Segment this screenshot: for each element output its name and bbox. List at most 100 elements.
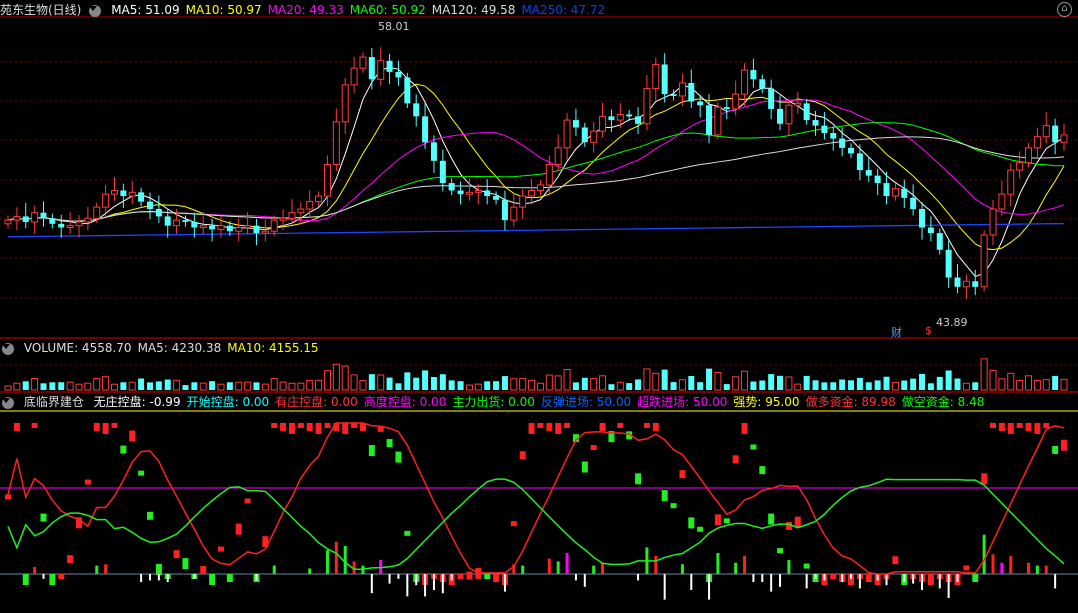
- candle-body: [697, 101, 704, 106]
- volume-bar: [13, 382, 21, 391]
- candle-body: [883, 183, 890, 197]
- indicator-block: [22, 574, 29, 585]
- volume-bar: [306, 379, 314, 391]
- candle-body: [750, 70, 757, 80]
- volume-bar: [723, 384, 730, 390]
- candle-body: [830, 133, 837, 139]
- volume-bar: [1052, 375, 1059, 390]
- ma-indicator-3: MA60: 50.92: [349, 3, 426, 17]
- indicator-block: [129, 430, 136, 442]
- candle-body: [386, 60, 393, 72]
- volume-bar: [1042, 379, 1050, 391]
- indicator-block: [803, 563, 810, 569]
- candle-body: [856, 153, 863, 171]
- indicator-lines: [7, 422, 1065, 575]
- candle-body: [448, 183, 455, 191]
- indicator-block: [404, 530, 411, 536]
- volume-bar: [635, 379, 642, 390]
- candle-body: [927, 227, 934, 234]
- volume-bar: [891, 381, 899, 391]
- candle-body: [474, 189, 482, 193]
- volume-bar: [652, 372, 660, 391]
- candle-body: [608, 116, 615, 121]
- volume-bar: [590, 378, 598, 391]
- volume-bar: [22, 381, 29, 390]
- candle-body: [120, 190, 127, 197]
- candle-body: [741, 69, 749, 95]
- collapse-icon[interactable]: [89, 4, 102, 17]
- candle-body: [536, 184, 544, 191]
- volume-collapse-icon[interactable]: [2, 342, 14, 355]
- indicator-block: [1016, 422, 1023, 428]
- indicator-block: [510, 521, 517, 527]
- volume-bar: [209, 381, 216, 390]
- indicator-block: [617, 422, 624, 428]
- settings-icon[interactable]: ⌂: [1057, 2, 1072, 17]
- volume-bar: [217, 383, 225, 391]
- indicator-value-list: 无庄控盘: -0.99 开始控盘: 0.00 有庄控盘: 0.00 高度控盘: 0.0…: [94, 395, 991, 409]
- volume-bar: [235, 381, 243, 391]
- indicator-block: [67, 555, 74, 564]
- volume-bar: [883, 376, 890, 390]
- volume-bar: [493, 381, 500, 390]
- event-marker-finance[interactable]: 财: [891, 324, 902, 340]
- indicator-block: [519, 451, 526, 460]
- candle-body: [732, 93, 740, 110]
- indicator-block: [546, 422, 553, 431]
- candle-body: [332, 121, 340, 166]
- volume-indicator-0: VOLUME: 4558.70: [23, 341, 132, 355]
- volume-bar: [422, 370, 429, 390]
- indicator-bars: [5, 422, 1067, 600]
- volume-bar: [146, 382, 153, 390]
- candle-body: [528, 189, 536, 197]
- indicator-value-2: 有庄控盘: 0.00: [275, 395, 358, 409]
- event-marker-dividend[interactable]: $: [925, 324, 932, 337]
- stock-chart[interactable]: [0, 0, 1078, 613]
- indicator-block: [271, 422, 278, 428]
- volume-bar: [93, 378, 101, 391]
- volume-bar: [288, 382, 296, 391]
- indicator-block: [581, 461, 588, 473]
- volume-bar: [812, 380, 819, 390]
- volume-bar: [4, 385, 12, 391]
- indicator-block: [1052, 445, 1059, 454]
- volume-bar: [368, 374, 375, 390]
- candle-body: [1060, 134, 1068, 143]
- candle-body: [626, 114, 633, 117]
- volume-bar: [182, 385, 189, 390]
- volume-bar: [830, 382, 837, 390]
- candle-body: [501, 199, 508, 221]
- indicator-block: [537, 422, 544, 428]
- candle-body: [599, 115, 607, 132]
- indicator-block: [590, 445, 597, 451]
- volume-bar: [261, 383, 269, 391]
- candle-body: [590, 130, 598, 143]
- volume-bar: [910, 378, 917, 390]
- volume-bar: [49, 382, 56, 390]
- indicator-block: [785, 521, 792, 530]
- chart-grid: [0, 16, 1078, 575]
- candle-body: [688, 83, 695, 102]
- volume-bar: [510, 378, 518, 391]
- candle-body: [457, 190, 464, 195]
- candle-body: [989, 208, 997, 236]
- indicator-block: [386, 439, 393, 448]
- candle-body: [519, 195, 527, 208]
- indicator-header: 底临界建仓 无庄控盘: -0.99 开始控盘: 0.00 有庄控盘: 0.00 高度控…: [0, 393, 996, 411]
- indicator-value-9: 做空资金: 8.48: [901, 395, 985, 409]
- indicator-block: [723, 518, 730, 524]
- candle-body: [794, 102, 802, 106]
- candle-body: [848, 147, 855, 154]
- volume-bar: [40, 383, 47, 390]
- indicator-block: [1034, 422, 1041, 434]
- candle-body: [670, 94, 677, 96]
- indicator-block: [643, 422, 650, 428]
- candle-body: [413, 103, 420, 117]
- volume-bar: [386, 377, 393, 390]
- candle-body: [288, 212, 296, 219]
- volume-bar: [998, 378, 1006, 391]
- candle-body: [75, 221, 83, 227]
- indicator-collapse-icon[interactable]: [2, 396, 14, 409]
- candle-body: [146, 201, 153, 209]
- candle-body: [785, 104, 793, 125]
